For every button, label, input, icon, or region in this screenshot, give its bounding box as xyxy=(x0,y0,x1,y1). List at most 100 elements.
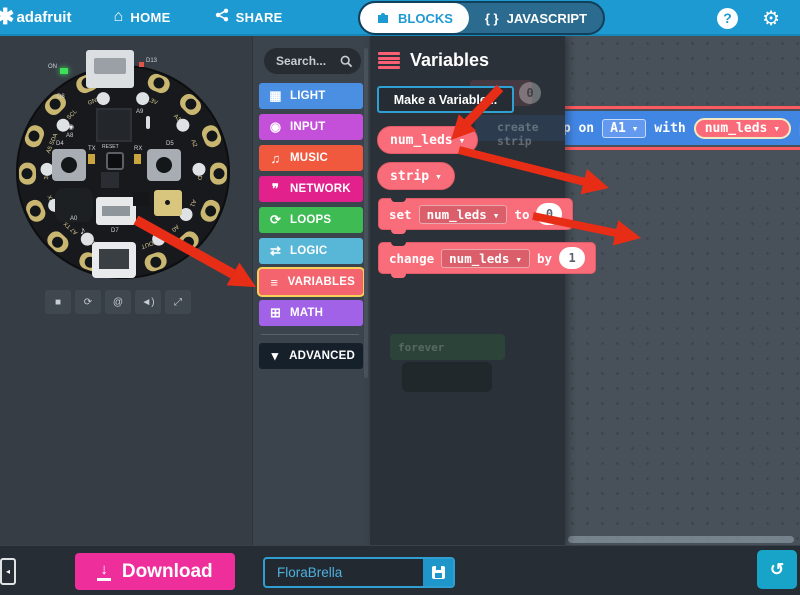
category-label: LOOPS xyxy=(290,214,331,226)
stop-button[interactable]: ■ xyxy=(45,290,71,314)
usb-connector xyxy=(86,50,134,88)
chevron-down-icon: ▾ xyxy=(267,348,283,364)
project-name-input[interactable] xyxy=(265,559,423,586)
board-label-a9: A9 xyxy=(136,109,143,115)
make-variable-button[interactable]: Make a Variable... xyxy=(377,86,514,113)
category-variables[interactable]: ≡ VARIABLES xyxy=(259,269,363,295)
category-list: ▦LIGHT ◉INPUT ♫MUSIC ❞ NETWORK ⟳ LOOPS ⇄LOGIC ≡ V… xyxy=(259,83,365,374)
create-strip-block[interactable]: ip on A1 with num_leds pixels xyxy=(545,111,800,145)
category-advanced[interactable]: ▾ ADVANCED xyxy=(259,343,363,369)
collapse-simulator-button[interactable]: ◂ xyxy=(0,558,16,585)
button-a[interactable] xyxy=(52,149,86,181)
puzzle-icon xyxy=(376,10,390,27)
category-label: ADVANCED xyxy=(289,350,355,362)
category-network[interactable]: ❞ NETWORK xyxy=(259,176,363,202)
undo-button[interactable]: ↺ xyxy=(757,550,797,589)
adafruit-star-icon: ✱ xyxy=(0,4,14,30)
change-var-dropdown[interactable]: num_leds xyxy=(441,249,530,268)
slowmo-button[interactable]: @ xyxy=(105,290,131,314)
share-button[interactable]: SHARE xyxy=(201,0,297,35)
curly-braces-icon: { } xyxy=(485,11,499,26)
toolbox-search[interactable] xyxy=(264,48,361,74)
category-math[interactable]: ⊞MATH xyxy=(259,300,363,326)
chat-icon: ❞ xyxy=(267,181,284,197)
create-strip-block-selection: ip on A1 with num_leds pixels xyxy=(540,106,800,150)
save-icon xyxy=(432,566,445,579)
tab-javascript[interactable]: { } JAVASCRIPT xyxy=(469,3,603,33)
save-button[interactable] xyxy=(423,559,453,586)
gear-icon: ⚙ xyxy=(762,8,780,30)
pin-dropdown[interactable]: A1 xyxy=(602,119,646,138)
set-variable-block[interactable]: set num_leds to 0 xyxy=(378,198,573,230)
adafruit-logo[interactable]: ✱ adafruit xyxy=(0,4,71,30)
search-icon xyxy=(340,55,353,68)
eye-icon: ◉ xyxy=(68,124,74,131)
search-input[interactable] xyxy=(276,54,340,68)
simulator-panel: 3.3VA3A2GNDA1A0VOUTGNDA7 TXA6 RX3.3VA5 S… xyxy=(0,36,252,545)
settings-button[interactable]: ⚙ xyxy=(762,6,780,31)
horizontal-scrollbar[interactable] xyxy=(568,536,794,543)
variables-icon: ≡ xyxy=(267,275,282,290)
reset-button[interactable] xyxy=(106,152,124,170)
help-button[interactable]: ? xyxy=(717,8,738,29)
category-music[interactable]: ♫MUSIC xyxy=(259,145,363,171)
category-light[interactable]: ▦LIGHT xyxy=(259,83,363,109)
mute-button[interactable]: ◄) xyxy=(135,290,161,314)
block-text-with: with xyxy=(654,121,685,136)
change-variable-block[interactable]: change num_leds by 1 xyxy=(378,242,596,274)
board-label-d7: D7 xyxy=(111,228,119,234)
fullscreen-button[interactable]: ⤢ xyxy=(165,290,191,314)
button-b[interactable] xyxy=(147,149,181,181)
board-label-d4: D4 xyxy=(56,141,64,147)
set-value-input[interactable]: 0 xyxy=(536,203,562,225)
home-icon: ⌂ xyxy=(113,9,123,25)
board-label-rx: RX xyxy=(134,146,142,152)
category-label: VARIABLES xyxy=(288,276,355,288)
input-icon: ◉ xyxy=(267,119,284,135)
tx-led xyxy=(88,154,95,164)
temperature-sensor xyxy=(154,190,182,216)
music-note-icon: ♪ xyxy=(80,226,86,237)
bottom-bar: ◂ ↓ Download ↺ xyxy=(0,545,800,595)
grid-icon: ▦ xyxy=(267,88,284,104)
category-label: LOGIC xyxy=(290,245,327,257)
category-logic[interactable]: ⇄LOGIC xyxy=(259,238,363,264)
num-leds-variable-pill[interactable]: num_leds xyxy=(694,118,791,139)
ghost-forever-block: forever xyxy=(390,334,505,360)
category-input[interactable]: ◉INPUT xyxy=(259,114,363,140)
restart-button[interactable]: ⟳ xyxy=(75,290,101,314)
question-icon: ? xyxy=(723,10,732,26)
category-loops[interactable]: ⟳ LOOPS xyxy=(259,207,363,233)
ghost-zero-value: 0 xyxy=(519,82,541,104)
simulator-controls: ■⟳@◄)⤢ xyxy=(45,290,191,314)
loop-icon: ⟳ xyxy=(267,212,284,228)
set-var-dropdown[interactable]: num_leds xyxy=(419,205,508,224)
variables-icon xyxy=(378,52,400,69)
download-button[interactable]: ↓ Download xyxy=(75,553,235,590)
category-label: NETWORK xyxy=(290,183,351,195)
board-label-a8: A8 xyxy=(66,133,73,139)
toolbox-scrollbar[interactable] xyxy=(364,48,368,378)
music-icon: ♫ xyxy=(267,151,284,166)
tab-blocks[interactable]: BLOCKS xyxy=(360,3,469,33)
slide-switch[interactable] xyxy=(96,197,136,225)
home-button[interactable]: ⌂ HOME xyxy=(99,0,184,35)
variables-flyout: 0 create strip forever Variables Make a … xyxy=(370,36,565,545)
accelerometer xyxy=(101,172,119,188)
flyout-title: Variables xyxy=(410,50,489,71)
ghost-create-strip-label: create strip xyxy=(497,120,565,148)
variable-pill-num_leds[interactable]: num_leds xyxy=(377,126,478,154)
change-value-input[interactable]: 1 xyxy=(559,247,585,269)
board-label-d8: D8 xyxy=(57,94,65,100)
undo-icon: ↺ xyxy=(770,560,784,580)
collapse-icon: ◂ xyxy=(6,567,10,576)
power-led xyxy=(60,68,68,74)
editor-mode-tabs: BLOCKS { } JAVASCRIPT xyxy=(358,1,605,35)
category-label: MATH xyxy=(290,307,323,319)
board-label-d13: D13 xyxy=(146,58,157,64)
board-label-d5: D5 xyxy=(166,141,174,147)
rx-led xyxy=(134,154,141,164)
top-bar: ✱ adafruit ⌂ HOME SHARE BLOCKS { } JAVAS… xyxy=(0,0,800,36)
ghost-forever-body xyxy=(402,362,492,392)
variable-pill-strip[interactable]: strip xyxy=(377,162,455,190)
